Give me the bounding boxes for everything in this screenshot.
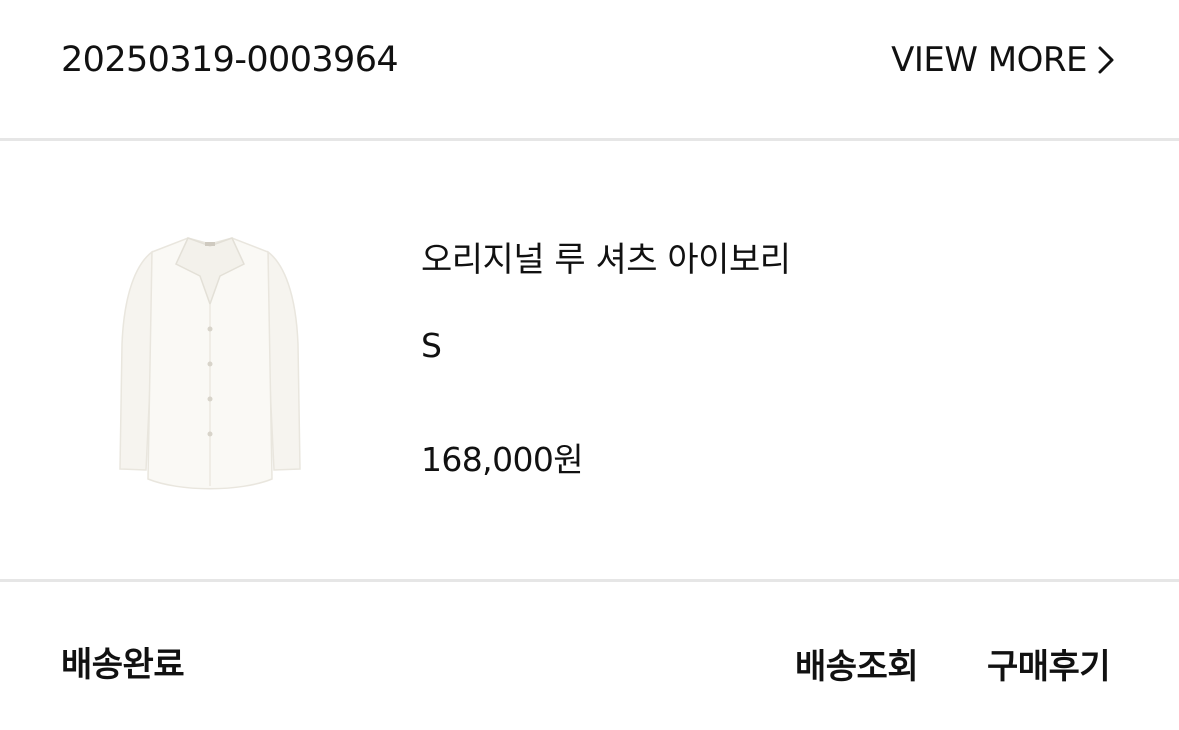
order-number: 20250319-0003964 <box>61 40 399 80</box>
view-more-link[interactable]: VIEW MORE <box>891 40 1115 80</box>
product-option: S <box>421 326 442 365</box>
product-name[interactable]: 오리지널 루 셔츠 아이보리 <box>421 232 791 281</box>
product-image[interactable] <box>100 224 320 499</box>
track-delivery-button[interactable]: 배송조회 <box>795 639 919 688</box>
order-footer: 배송완료 배송조회 구매후기 <box>0 585 1179 730</box>
view-more-label: VIEW MORE <box>891 40 1087 80</box>
order-item[interactable]: 오리지널 루 셔츠 아이보리 S 168,000원 <box>0 144 1179 582</box>
product-price: 168,000원 <box>421 440 584 479</box>
order-header: 20250319-0003964 VIEW MORE <box>0 0 1179 141</box>
chevron-right-icon <box>1098 46 1114 74</box>
write-review-button[interactable]: 구매후기 <box>987 639 1111 688</box>
delivery-status: 배송완료 <box>61 645 185 685</box>
